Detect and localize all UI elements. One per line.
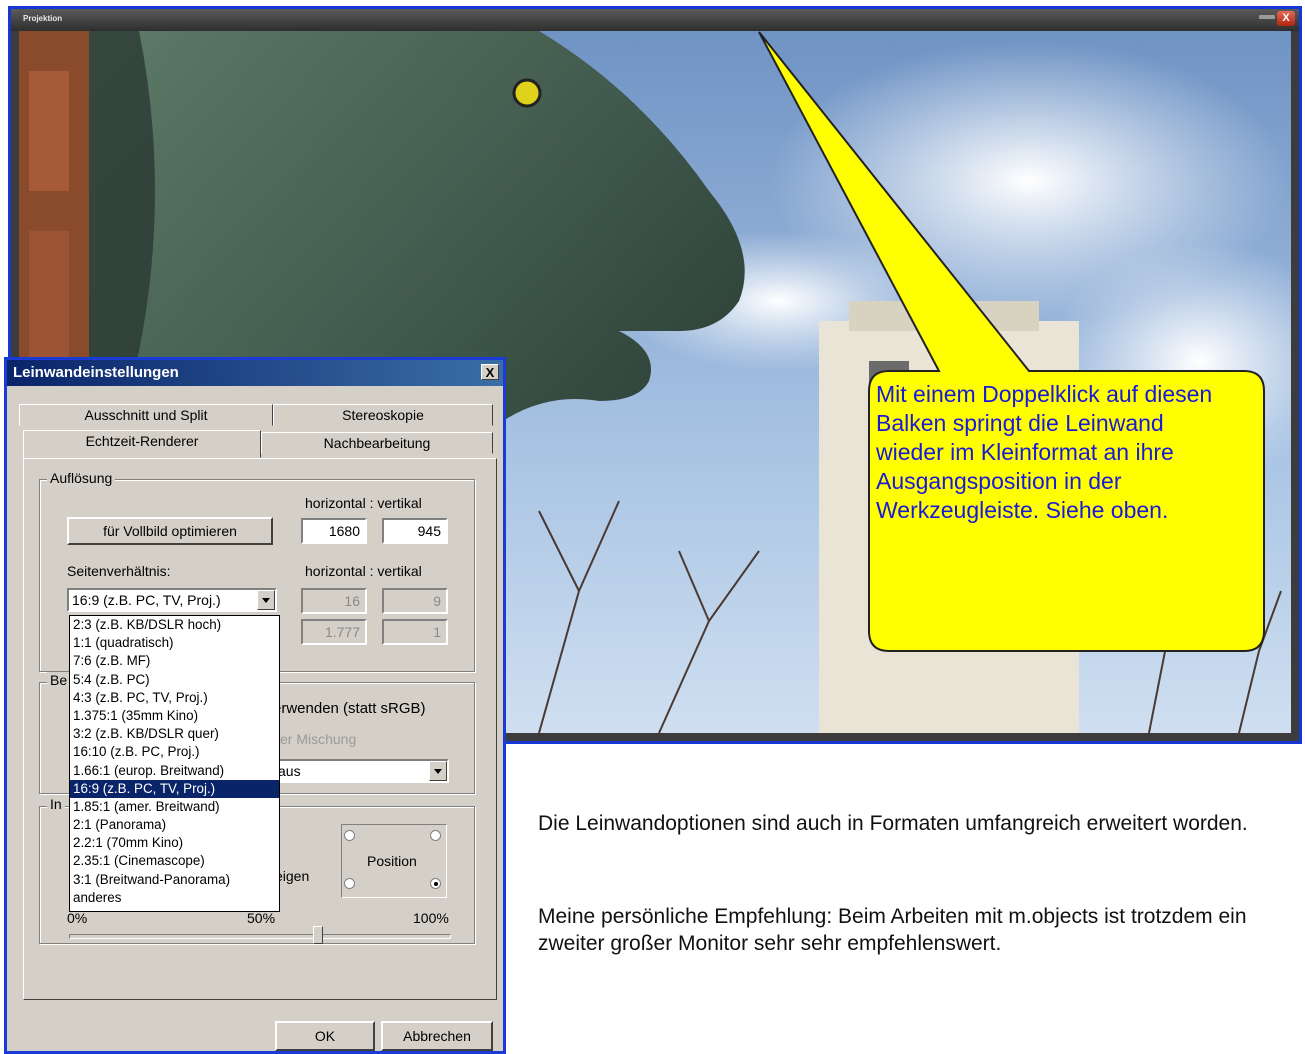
projection-title: Projektion bbox=[23, 14, 63, 23]
slider-thumb[interactable] bbox=[313, 926, 323, 944]
dropdown-option[interactable]: 7:6 (z.B. MF) bbox=[70, 652, 279, 670]
aspect-h-input: 16 bbox=[301, 588, 367, 614]
dropdown-option[interactable]: 16:10 (z.B. PC, Proj.) bbox=[70, 743, 279, 761]
slider-mid-label: 50% bbox=[247, 910, 276, 926]
dropdown-option[interactable]: 3:2 (z.B. KB/DSLR quer) bbox=[70, 725, 279, 743]
aspect-hv-label: horizontal : vertikal bbox=[305, 563, 422, 579]
tab-stereoskopie[interactable]: Stereoskopie bbox=[273, 404, 493, 426]
show-label: eigen bbox=[275, 868, 310, 884]
aspect-ratio-dropdown-list[interactable]: 2:3 (z.B. KB/DSLR hoch) 1:1 (quadratisch)… bbox=[69, 615, 280, 912]
slider-track[interactable] bbox=[69, 934, 451, 939]
optimize-fullscreen-button[interactable]: für Vollbild optimieren bbox=[67, 517, 273, 545]
mixing-select[interactable]: aus bbox=[273, 759, 449, 783]
resolution-height-input[interactable]: 945 bbox=[382, 518, 448, 544]
tab-echtzeit-renderer[interactable]: Echtzeit-Renderer bbox=[23, 430, 261, 458]
dropdown-option[interactable]: 4:3 (z.B. PC, TV, Proj.) bbox=[70, 689, 279, 707]
aspect-ratio-one: 1 bbox=[382, 619, 448, 645]
dialog-title-bar[interactable]: Leinwandeinstellungen X bbox=[7, 360, 503, 386]
color-group-label: Be bbox=[47, 672, 71, 688]
aspect-v-input: 9 bbox=[382, 588, 448, 614]
position-top-right-radio[interactable] bbox=[430, 830, 441, 841]
tab-nachbearbeitung[interactable]: Nachbearbeitung bbox=[261, 432, 493, 454]
callout-text: Mit einem Doppelklick auf diesen Balken … bbox=[876, 381, 1213, 523]
aspect-ratio-label: Seitenverhältnis: bbox=[67, 563, 171, 579]
dropdown-option[interactable]: 1.85:1 (amer. Breitwand) bbox=[70, 798, 279, 816]
minimize-icon[interactable] bbox=[1259, 15, 1275, 19]
tab-ausschnitt-split[interactable]: Ausschnitt und Split bbox=[19, 404, 273, 426]
dropdown-option[interactable]: 5:4 (z.B. PC) bbox=[70, 671, 279, 689]
dropdown-option[interactable]: 2.35:1 (Cinemascope) bbox=[70, 852, 279, 870]
chevron-down-icon[interactable] bbox=[257, 590, 275, 610]
dropdown-option[interactable]: 1.375:1 (35mm Kino) bbox=[70, 707, 279, 725]
close-button[interactable]: X bbox=[1277, 11, 1295, 26]
resolution-width-input[interactable]: 1680 bbox=[301, 518, 367, 544]
dialog-title: Leinwandeinstellungen bbox=[13, 364, 179, 381]
use-color-space-label: erwenden (statt sRGB) bbox=[273, 700, 426, 717]
dropdown-option[interactable]: 2.2:1 (70mm Kino) bbox=[70, 834, 279, 852]
aspect-ratio-selected: 16:9 (z.B. PC, TV, Proj.) bbox=[72, 592, 221, 608]
resolution-group-label: Auflösung bbox=[47, 470, 116, 486]
projection-title-bar[interactable]: Projektion X bbox=[11, 9, 1299, 31]
ok-button[interactable]: OK bbox=[275, 1021, 375, 1051]
slider-min-label: 0% bbox=[67, 910, 88, 926]
slider-max-label: 100% bbox=[413, 910, 449, 926]
aspect-ratio-select[interactable]: 16:9 (z.B. PC, TV, Proj.) bbox=[67, 588, 277, 612]
dropdown-option[interactable]: 16:9 (z.B. PC, TV, Proj.) bbox=[70, 779, 279, 798]
mixing-label: ver Mischung bbox=[273, 731, 357, 747]
dropdown-option[interactable]: 2:3 (z.B. KB/DSLR hoch) bbox=[70, 616, 279, 634]
dialog-close-button[interactable]: X bbox=[481, 364, 499, 380]
resolution-hv-label: horizontal : vertikal bbox=[305, 495, 422, 511]
info-group-label: In bbox=[47, 796, 65, 812]
position-bottom-left-radio[interactable] bbox=[344, 878, 355, 889]
aspect-ratio-value: 1.777 bbox=[301, 619, 367, 645]
chevron-down-icon[interactable] bbox=[429, 761, 447, 781]
mixing-selected: aus bbox=[278, 763, 301, 779]
canvas-settings-dialog: Leinwandeinstellungen X Ausschnitt und S… bbox=[4, 357, 506, 1054]
dropdown-option[interactable]: 1.66:1 (europ. Breitwand) bbox=[70, 762, 279, 780]
dropdown-option[interactable]: anderes bbox=[70, 889, 279, 907]
description-paragraph-2: Meine persönliche Empfehlung: Beim Arbei… bbox=[538, 905, 1247, 955]
position-top-left-radio[interactable] bbox=[344, 830, 355, 841]
cancel-button[interactable]: Abbrechen bbox=[381, 1021, 493, 1051]
description-paragraph-1: Die Leinwandoptionen sind auch in Format… bbox=[538, 812, 1248, 835]
dropdown-option[interactable]: 2:1 (Panorama) bbox=[70, 816, 279, 834]
position-bottom-right-radio[interactable] bbox=[430, 878, 441, 889]
dropdown-option[interactable]: 1:1 (quadratisch) bbox=[70, 634, 279, 652]
position-label: Position bbox=[367, 853, 417, 869]
dropdown-option[interactable]: 3:1 (Breitwand-Panorama) bbox=[70, 871, 279, 889]
